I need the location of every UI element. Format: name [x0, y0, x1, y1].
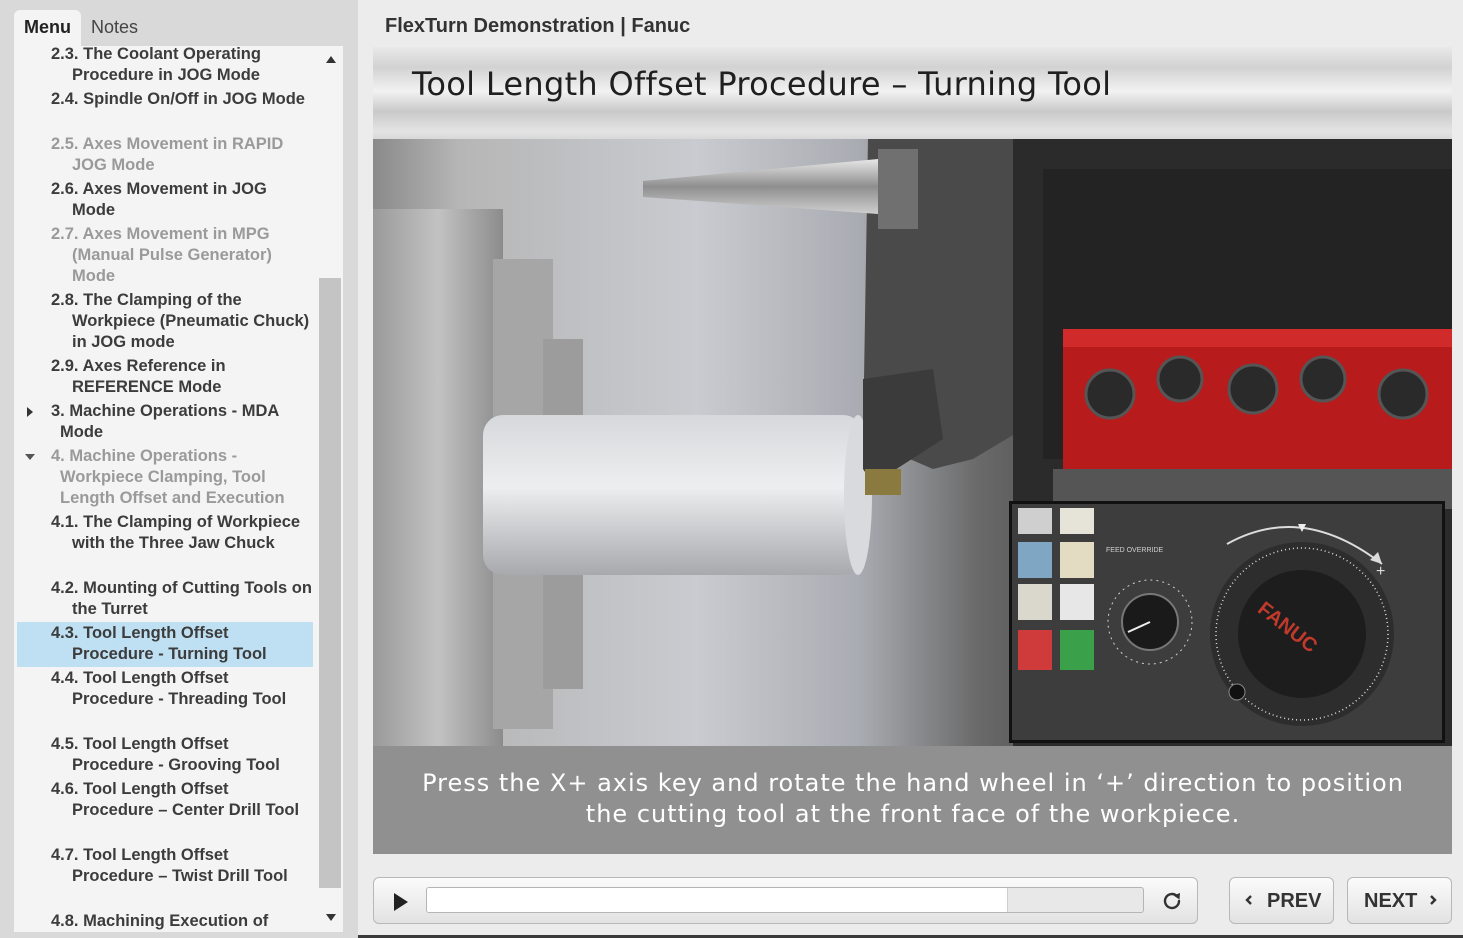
menu-item-label: The Clamping of Workpiece with the Three…	[72, 513, 301, 552]
media-player-bar	[373, 877, 1198, 924]
tab-notes[interactable]: Notes	[81, 10, 148, 46]
mpg-handwheel-inset: FEED OVERRIDE FANUC +	[1009, 501, 1445, 743]
menu-item-number: 4.7.	[51, 846, 79, 864]
menu-item-3[interactable]: 3. Machine Operations - MDA Mode	[17, 401, 313, 445]
menu-item-2-6[interactable]: 2.6. Axes Movement in JOG Mode	[17, 179, 313, 223]
caption-line-2: the cutting tool at the front face of th…	[585, 800, 1241, 828]
menu-item-4-3[interactable]: 4.3. Tool Length Offset Procedure - Turn…	[17, 622, 313, 667]
menu-item-label: Machine Operations - Workpiece Clamping,…	[60, 447, 285, 507]
play-icon[interactable]	[394, 893, 408, 911]
caption-bar: Press the X+ axis key and rotate the han…	[373, 746, 1452, 854]
menu-item-label: Axes Movement in MPG (Manual Pulse Gener…	[72, 225, 272, 285]
menu-panel: 2.3. The Coolant Operating Procedure in …	[14, 46, 343, 932]
handwheel-panel-illustration: FEED OVERRIDE FANUC +	[1012, 504, 1442, 740]
menu-item-4-4[interactable]: 4.4. Tool Length Offset Procedure - Thre…	[17, 668, 313, 733]
menu-item-number: 2.3.	[51, 46, 79, 63]
menu-item-number: 2.5.	[51, 135, 79, 153]
next-label: NEXT	[1364, 890, 1418, 912]
chevron-right-icon[interactable]	[27, 407, 33, 417]
chevron-left-icon	[1245, 895, 1252, 905]
machine-video-frame: FEED OVERRIDE FANUC +	[373, 139, 1452, 746]
tab-menu[interactable]: Menu	[14, 10, 81, 46]
menu-item-number: 3.	[51, 402, 65, 420]
menu-item-number: 2.8.	[51, 291, 79, 309]
menu-item-4-5[interactable]: 4.5. Tool Length Offset Procedure - Groo…	[17, 734, 313, 778]
replay-icon[interactable]	[1160, 889, 1184, 913]
menu-item-number: 4.	[51, 447, 65, 465]
menu-item-label: Axes Reference in REFERENCE Mode	[72, 357, 226, 396]
menu-item-4-7[interactable]: 4.7. Tool Length Offset Procedure – Twis…	[17, 845, 313, 910]
menu-item-label: Axes Movement in RAPID JOG Mode	[72, 135, 284, 174]
menu-item-2-5[interactable]: 2.5. Axes Movement in RAPID JOG Mode	[17, 134, 313, 178]
menu-item-label: Spindle On/Off in JOG Mode	[83, 90, 305, 108]
menu-item-4-6[interactable]: 4.6. Tool Length Offset Procedure – Cent…	[17, 779, 313, 844]
menu-scrollbar[interactable]	[319, 46, 343, 932]
slide-header: Tool Length Offset Procedure – Turning T…	[373, 47, 1452, 139]
menu-item-label: Mounting of Cutting Tools on the Turret	[72, 579, 312, 618]
chevron-right-icon	[1430, 895, 1437, 905]
chevron-down-icon[interactable]	[25, 454, 35, 460]
menu-item-2-8[interactable]: 2.8. The Clamping of the Workpiece (Pneu…	[17, 290, 313, 355]
slide: Tool Length Offset Procedure – Turning T…	[373, 47, 1452, 854]
sidebar-tabs: Menu Notes	[14, 10, 148, 46]
next-button[interactable]: NEXT	[1347, 877, 1452, 924]
menu-item-4[interactable]: 4. Machine Operations - Workpiece Clampi…	[17, 446, 313, 511]
prev-button[interactable]: PREV	[1229, 877, 1334, 924]
menu-item-label: Tool Length Offset Procedure – Twist Dri…	[72, 846, 288, 885]
menu-item-number: 2.7.	[51, 225, 79, 243]
menu-item-label: Axes Movement in JOG Mode	[72, 180, 267, 219]
menu-item-2-9[interactable]: 2.9. Axes Reference in REFERENCE Mode	[17, 356, 313, 400]
menu-item-number: 4.6.	[51, 780, 79, 798]
feed-override-label: FEED OVERRIDE	[1106, 547, 1164, 554]
menu-item-4-8[interactable]: 4.8. Machining Execution of	[17, 911, 313, 932]
scrollbar-thumb[interactable]	[319, 278, 341, 888]
menu-item-number: 4.5.	[51, 735, 79, 753]
course-title: FlexTurn Demonstration | Fanuc	[385, 15, 691, 37]
slide-caption: Press the X+ axis key and rotate the han…	[413, 768, 1413, 830]
prev-label: PREV	[1267, 890, 1322, 912]
menu-item-number: 4.1.	[51, 513, 79, 531]
svg-text:+: +	[1376, 563, 1385, 580]
menu-item-2-3[interactable]: 2.3. The Coolant Operating Procedure in …	[17, 46, 313, 88]
menu-item-label: Tool Length Offset Procedure - Threading…	[72, 669, 287, 708]
menu-item-label: Machining Execution of	[83, 912, 269, 930]
slide-title: Tool Length Offset Procedure – Turning T…	[412, 65, 1112, 103]
menu-item-2-7[interactable]: 2.7. Axes Movement in MPG (Manual Pulse …	[17, 224, 313, 289]
menu-item-number: 2.9.	[51, 357, 79, 375]
menu-item-4-2[interactable]: 4.2. Mounting of Cutting Tools on the Tu…	[17, 578, 313, 622]
menu-item-number: 2.6.	[51, 180, 79, 198]
caption-line-1: Press the X+ axis key and rotate the han…	[422, 769, 1404, 797]
menu-item-number: 4.4.	[51, 669, 79, 687]
menu-item-4-1[interactable]: 4.1. The Clamping of Workpiece with the …	[17, 512, 313, 577]
progress-fill	[427, 888, 1008, 912]
scroll-down-arrow-icon[interactable]	[326, 914, 336, 921]
menu-item-number: 2.4.	[51, 90, 79, 108]
sidebar: Menu Notes 2.3. The Coolant Operating Pr…	[0, 0, 358, 938]
menu-item-2-4[interactable]: 2.4. Spindle On/Off in JOG Mode	[17, 89, 313, 133]
scroll-up-arrow-icon[interactable]	[326, 56, 336, 63]
menu-item-label: Tool Length Offset Procedure - Grooving …	[72, 735, 280, 774]
menu-item-label: Machine Operations - MDA Mode	[60, 402, 279, 441]
menu-item-label: Tool Length Offset Procedure – Center Dr…	[72, 780, 300, 819]
menu-item-label: The Coolant Operating Procedure in JOG M…	[72, 46, 261, 84]
menu-item-number: 4.3.	[51, 624, 79, 642]
menu-item-label: Tool Length Offset Procedure - Turning T…	[72, 624, 267, 663]
menu-item-number: 4.2.	[51, 579, 79, 597]
menu-item-number: 4.8.	[51, 912, 79, 930]
progress-bar[interactable]	[426, 887, 1144, 913]
menu-item-label: The Clamping of the Workpiece (Pneumatic…	[72, 291, 310, 351]
